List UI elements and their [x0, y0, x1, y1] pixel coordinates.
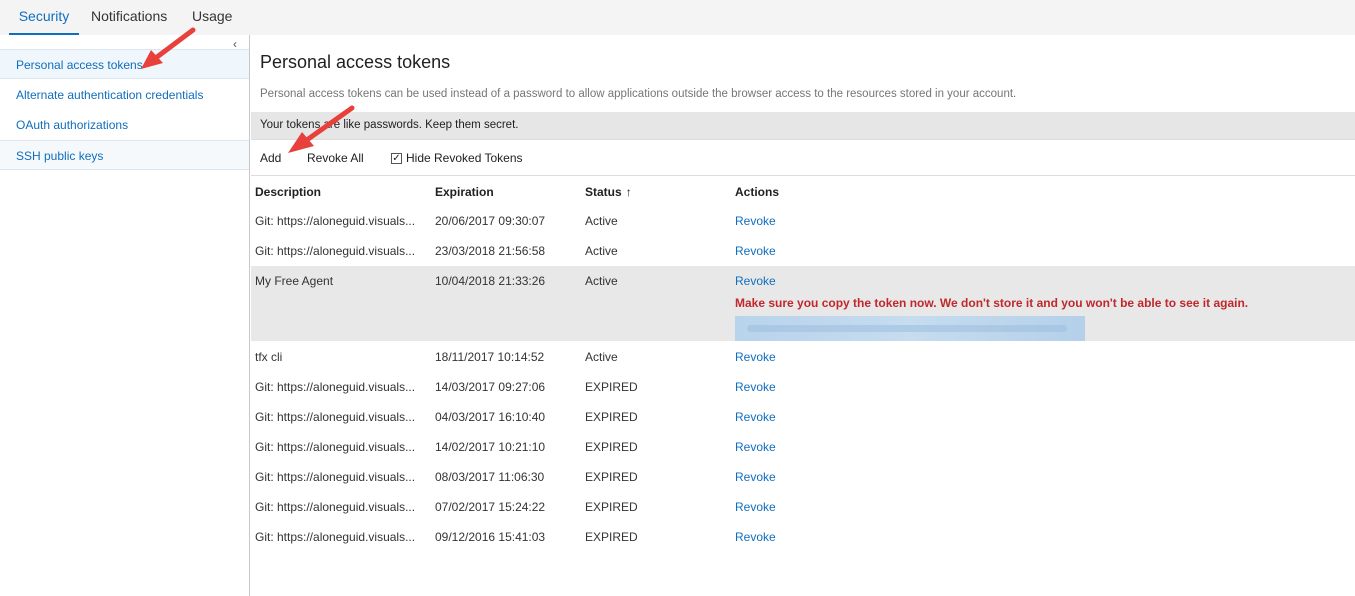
row-status: Active [585, 350, 618, 364]
row-description: Git: https://aloneguid.visuals... [255, 380, 416, 394]
row-expiration: 14/03/2017 09:27:06 [435, 380, 546, 394]
row-status: EXPIRED [585, 470, 638, 484]
table-row: Git: https://aloneguid.visuals... 07/02/… [251, 492, 1355, 522]
row-description: tfx cli [255, 350, 283, 364]
row-status: Active [585, 274, 618, 288]
table-row: Git: https://aloneguid.visuals... 23/03/… [251, 236, 1355, 266]
table-row: Git: https://aloneguid.visuals... 14/03/… [251, 372, 1355, 402]
page-title: Personal access tokens [260, 52, 451, 72]
table-row: Git: https://aloneguid.visuals... 09/12/… [251, 522, 1355, 552]
table-row: Git: https://aloneguid.visuals... 20/06/… [251, 206, 1355, 236]
row-expiration: 04/03/2017 16:10:40 [435, 410, 546, 424]
column-header-expiration[interactable]: Expiration [435, 185, 494, 199]
row-status: EXPIRED [585, 500, 638, 514]
add-button[interactable]: Add [260, 151, 281, 165]
row-expiration: 08/03/2017 11:06:30 [435, 470, 545, 484]
row-expiration: 10/04/2018 21:33:26 [435, 274, 546, 288]
hide-revoked-toggle[interactable]: ✓ Hide Revoked Tokens [391, 151, 523, 165]
row-description: Git: https://aloneguid.visuals... [255, 470, 416, 484]
row-expiration: 20/06/2017 09:30:07 [435, 214, 546, 228]
blurred-token [747, 325, 1067, 332]
row-expiration: 18/11/2017 10:14:52 [435, 350, 545, 364]
column-header-description[interactable]: Description [255, 185, 321, 199]
revoke-link[interactable]: Revoke [735, 470, 776, 484]
row-description: My Free Agent [255, 274, 334, 288]
secret-notice-banner: Your tokens are like passwords. Keep the… [251, 112, 1355, 139]
row-description: Git: https://aloneguid.visuals... [255, 214, 416, 228]
revoke-link[interactable]: Revoke [735, 274, 776, 288]
row-description: Git: https://aloneguid.visuals... [255, 440, 416, 454]
row-expiration: 09/12/2016 15:41:03 [435, 530, 546, 544]
table-row: Git: https://aloneguid.visuals... 04/03/… [251, 402, 1355, 432]
copy-token-warning: Make sure you copy the token now. We don… [735, 296, 1249, 310]
row-status: EXPIRED [585, 380, 638, 394]
table-row: Git: https://aloneguid.visuals... 14/02/… [251, 432, 1355, 462]
table-row: Git: https://aloneguid.visuals... 08/03/… [251, 462, 1355, 492]
revoke-link[interactable]: Revoke [735, 214, 776, 228]
toolbar: Add Revoke All ✓ Hide Revoked Tokens [251, 139, 1355, 176]
hide-revoked-checkbox[interactable]: ✓ [391, 152, 402, 164]
page-description: Personal access tokens can be used inste… [260, 88, 1017, 100]
top-tab-bar: Security Notifications Usage [0, 0, 1355, 35]
tab-usage[interactable]: Usage [192, 0, 232, 35]
revoke-all-button[interactable]: Revoke All [307, 151, 364, 165]
revoke-link[interactable]: Revoke [735, 530, 776, 544]
row-expiration: 23/03/2018 21:56:58 [435, 244, 546, 258]
row-status: EXPIRED [585, 410, 638, 424]
row-description: Git: https://aloneguid.visuals... [255, 410, 416, 424]
sidebar-item-personal-access-tokens[interactable]: Personal access tokens [0, 49, 249, 79]
table-row-new-token: My Free Agent 10/04/2018 21:33:26 Active… [251, 266, 1355, 341]
row-status: EXPIRED [585, 440, 638, 454]
sidebar-item-oauth-authorizations[interactable]: OAuth authorizations [0, 110, 249, 140]
row-status: Active [585, 214, 618, 228]
revoke-link[interactable]: Revoke [735, 244, 776, 258]
row-status: EXPIRED [585, 530, 638, 544]
token-value-field[interactable] [735, 316, 1085, 341]
row-description: Git: https://aloneguid.visuals... [255, 500, 416, 514]
revoke-link[interactable]: Revoke [735, 440, 776, 454]
row-status: Active [585, 244, 618, 258]
row-expiration: 14/02/2017 10:21:10 [435, 440, 546, 454]
revoke-link[interactable]: Revoke [735, 350, 776, 364]
main-content: Personal access tokens Personal access t… [251, 35, 1355, 596]
revoke-link[interactable]: Revoke [735, 410, 776, 424]
column-header-status[interactable]: Status ↑ [585, 185, 632, 199]
revoke-link[interactable]: Revoke [735, 380, 776, 394]
sidebar-item-ssh-public-keys[interactable]: SSH public keys [0, 140, 249, 170]
row-description: Git: https://aloneguid.visuals... [255, 530, 416, 544]
sidebar-item-alternate-credentials[interactable]: Alternate authentication credentials [0, 80, 249, 110]
row-expiration: 07/02/2017 15:24:22 [435, 500, 546, 514]
row-description: Git: https://aloneguid.visuals... [255, 244, 416, 258]
arrow-up-icon: ↑ [625, 185, 632, 199]
revoke-link[interactable]: Revoke [735, 500, 776, 514]
tab-security[interactable]: Security [9, 0, 79, 35]
column-header-actions: Actions [735, 185, 780, 199]
hide-revoked-label: Hide Revoked Tokens [406, 151, 523, 165]
column-header-status-label: Status [585, 185, 622, 199]
tab-notifications[interactable]: Notifications [91, 0, 167, 35]
table-row: tfx cli 18/11/2017 10:14:52 Active Revok… [251, 342, 1355, 372]
